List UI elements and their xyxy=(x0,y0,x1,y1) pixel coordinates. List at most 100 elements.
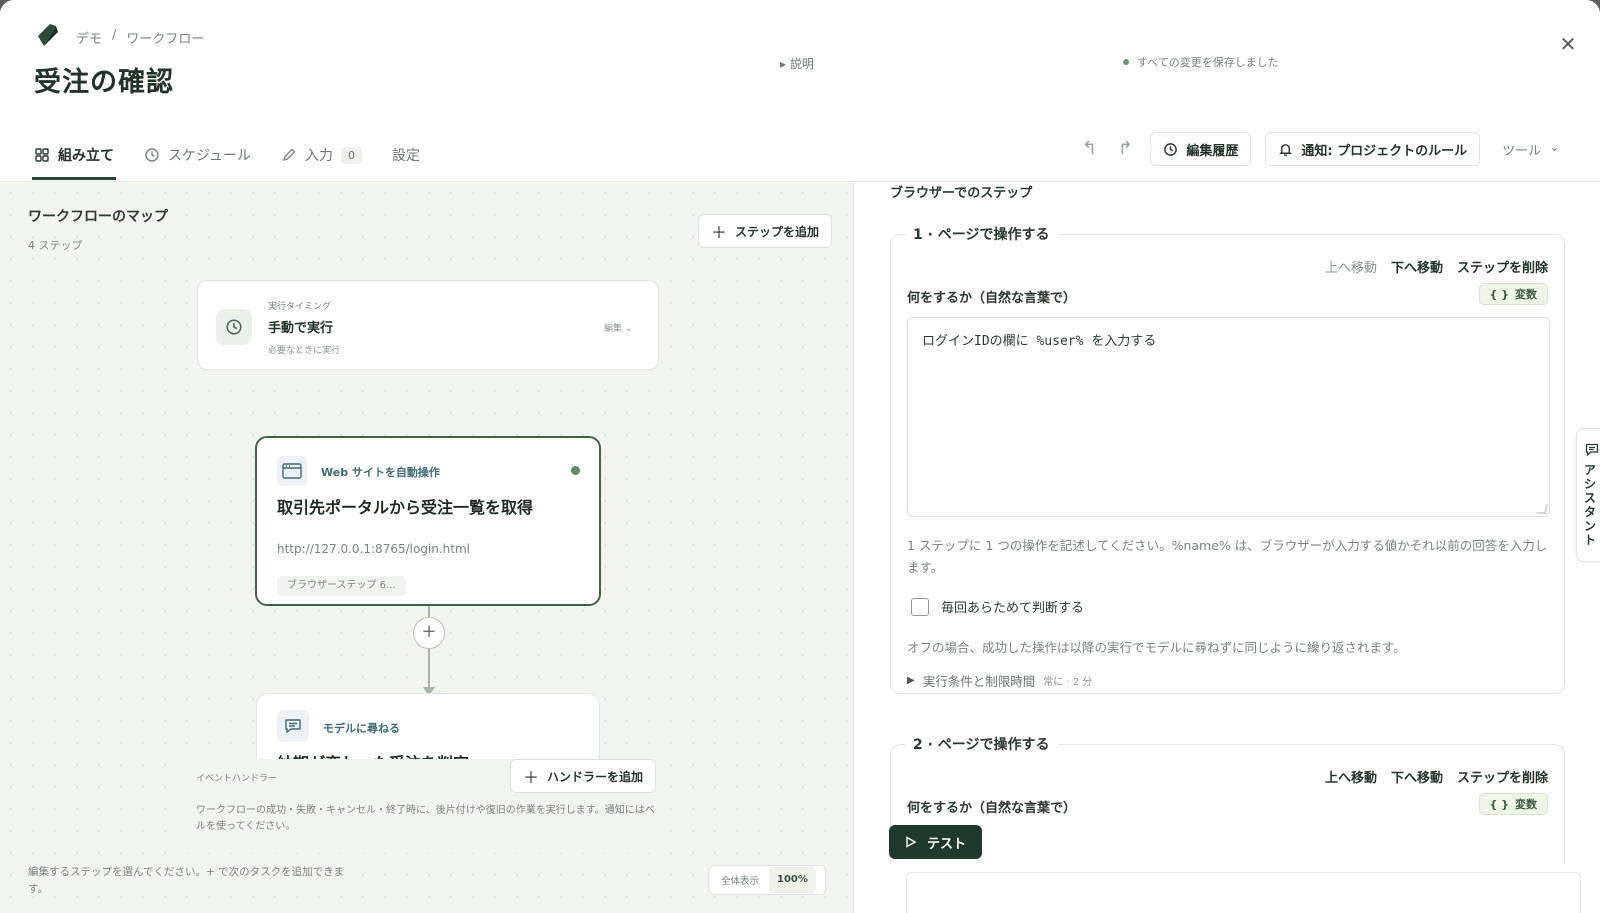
instruction-textarea[interactable]: ログインIDの欄に %user% を入力する xyxy=(907,317,1550,517)
trigger-edit-button[interactable]: 編集 ⌄ xyxy=(604,321,632,334)
move-up-button[interactable]: 上へ移動 xyxy=(1325,257,1377,276)
assistant-tab[interactable]: アシスタント xyxy=(1576,428,1600,562)
trigger-icon-box xyxy=(216,309,252,345)
chat-bubble-icon xyxy=(1585,443,1599,457)
event-handlers-description: ワークフローの成功・失敗・キャンセル・終了時に、後片付けや復旧の作業を実行します… xyxy=(196,805,655,832)
input-count-badge: 0 xyxy=(341,146,363,164)
trigger-subtitle: 必要なときに実行 xyxy=(268,346,341,356)
step-card-web-automation[interactable]: Web サイトを自動操作 取引先ポータルから受注一覧を取得 http://127… xyxy=(255,436,601,606)
step-title: 納期が変わった受注を判定 xyxy=(277,750,469,759)
move-up-button[interactable]: 上へ移動 xyxy=(1325,767,1377,786)
close-button[interactable]: ✕ xyxy=(1556,32,1580,56)
step-title: 取引先ポータルから受注一覧を取得 xyxy=(277,498,534,517)
notification-rules-button[interactable]: 通知: プロジェクトのルール xyxy=(1265,132,1481,166)
delete-step-button[interactable]: ステップを削除 xyxy=(1457,257,1548,276)
header: デモ / ワークフロー 受注の確認 ▸ 説明 すべての変更を保存しました ✕ 組… xyxy=(0,0,1600,182)
test-button[interactable]: テスト xyxy=(889,825,983,859)
map-hint-text: 編集するステップを選んでください。+ で次のタスクを追加できます。 xyxy=(28,866,345,895)
step-legend: 2 · ページで操作する xyxy=(905,734,1058,754)
map-title: ワークフローのマップ xyxy=(28,209,168,225)
pencil-icon xyxy=(283,148,296,162)
tab-schedule[interactable]: スケジュール xyxy=(142,128,253,182)
breadcrumb-item-workflow[interactable]: ワークフロー xyxy=(126,28,204,47)
browser-steps-chip: ブラウザーステップ 6... xyxy=(277,576,406,596)
conditions-meta: 常に · 2 分 xyxy=(1043,677,1093,688)
status-dot-icon xyxy=(1123,59,1129,65)
app-window: デモ / ワークフロー 受注の確認 ▸ 説明 すべての変更を保存しました ✕ 組… xyxy=(0,0,1600,913)
step-actions: 上へ移動 下へ移動 ステップを削除 xyxy=(1325,767,1548,786)
step-actions: 上へ移動 下へ移動 ステップを削除 xyxy=(1325,257,1548,276)
undo-icon[interactable]: ↰ xyxy=(1078,138,1100,160)
step-url: http://127.0.0.1:8765/login.html xyxy=(277,542,471,556)
tab-settings[interactable]: 設定 xyxy=(390,128,422,182)
description-toggle[interactable]: ▸ 説明 xyxy=(780,55,814,72)
rejudge-checkbox-row[interactable]: 毎回あらためて判断する xyxy=(911,597,1084,616)
browser-window-icon xyxy=(282,463,302,479)
active-status-dot-icon xyxy=(571,466,580,475)
resize-handle-icon[interactable] xyxy=(1536,504,1548,514)
step-card-ask-model[interactable]: モデルに尋ねる 納期が変わった受注を判定 xyxy=(256,693,600,759)
step-icon-box xyxy=(277,456,307,486)
save-status: すべての変更を保存しました xyxy=(1123,54,1279,70)
instruction-label: 何をするか（自然な言葉で） xyxy=(907,801,1077,816)
trigger-title: 手動で実行 xyxy=(268,321,334,336)
browser-step-2: 2 · ページで操作する 上へ移動 下へ移動 ステップを削除 何をするか（自然な… xyxy=(890,734,1565,864)
instruction-label: 何をするか（自然な言葉で） xyxy=(907,291,1077,306)
add-step-button[interactable]: ＋ ステップを追加 xyxy=(698,214,833,248)
step-icon-box xyxy=(277,710,309,742)
step-kind-label: Web サイトを自動操作 xyxy=(321,466,440,479)
bell-icon xyxy=(1279,143,1293,156)
plus-icon: ＋ xyxy=(711,223,728,242)
toolbar: ↰ ↱ 編集履歴 通知: プロジェクトのルール ツール ⌄ xyxy=(1078,132,1560,166)
event-handlers-section: イベントハンドラー ＋ ハンドラーを追加 ワークフローの成功・失敗・キャンセル・… xyxy=(178,759,668,853)
grid-icon xyxy=(35,148,49,162)
page-title: 受注の確認 xyxy=(34,67,174,98)
step-kind-label: モデルに尋ねる xyxy=(323,722,400,735)
tab-bar: 組み立て スケジュール 入力 0 設定 xyxy=(32,128,422,182)
tab-build[interactable]: 組み立て xyxy=(32,128,116,182)
braces-icon: { } xyxy=(1489,797,1510,811)
trigger-card[interactable]: 実行タイミング 手動で実行 必要なときに実行 編集 ⌄ xyxy=(197,280,659,370)
add-handler-button[interactable]: ＋ ハンドラーを追加 xyxy=(510,759,657,793)
editor-heading: ブラウザーでのステップ xyxy=(890,186,1033,201)
step-editor-panel: ブラウザーでのステップ 1 · ページで操作する 上へ移動 下へ移動 ステップを… xyxy=(855,182,1600,913)
assistant-label: アシスタント xyxy=(1584,463,1597,547)
step-legend: 1 · ページで操作する xyxy=(905,224,1058,244)
variables-button[interactable]: { } 変数 xyxy=(1478,793,1548,815)
map-step-count: 4 ステップ xyxy=(28,239,83,252)
close-icon: ✕ xyxy=(1559,32,1577,56)
tab-input[interactable]: 入力 0 xyxy=(279,128,364,182)
braces-icon: { } xyxy=(1489,287,1510,301)
conditions-toggle[interactable]: ▶ 実行条件と制限時間 常に · 2 分 xyxy=(907,671,1092,690)
clock-icon xyxy=(226,319,242,335)
chevron-down-icon: ⌄ xyxy=(624,324,633,334)
plus-icon: + xyxy=(421,621,437,642)
tools-menu[interactable]: ツール ⌄ xyxy=(1502,140,1560,159)
move-down-button[interactable]: 下へ移動 xyxy=(1391,767,1443,786)
caret-right-icon: ▶ xyxy=(907,675,915,686)
zoom-controls: 全体表示 100% xyxy=(708,865,826,895)
rejudge-checkbox[interactable] xyxy=(911,597,929,616)
zoom-level[interactable]: 100% xyxy=(769,867,816,893)
play-icon xyxy=(906,836,917,848)
insert-step-button[interactable]: + xyxy=(413,617,445,649)
trigger-kicker: 実行タイミング xyxy=(268,302,332,312)
browser-step-1: 1 · ページで操作する 上へ移動 下へ移動 ステップを削除 何をするか（自然な… xyxy=(890,224,1565,694)
clock-icon xyxy=(1164,142,1178,156)
breadcrumb-separator: / xyxy=(112,28,117,43)
chevron-down-icon: ⌄ xyxy=(1549,139,1560,155)
move-down-button[interactable]: 下へ移動 xyxy=(1391,257,1443,276)
delete-step-button[interactable]: ステップを削除 xyxy=(1457,767,1548,786)
event-handlers-label: イベントハンドラー xyxy=(196,774,278,784)
breadcrumb-item-demo[interactable]: デモ xyxy=(76,28,102,47)
variables-button[interactable]: { } 変数 xyxy=(1478,283,1548,305)
breadcrumb: デモ / ワークフロー xyxy=(76,28,204,47)
edit-history-button[interactable]: 編集履歴 xyxy=(1150,132,1252,166)
redo-icon[interactable]: ↱ xyxy=(1114,138,1136,160)
caret-right-icon: ▸ xyxy=(780,57,790,71)
workflow-map-panel: ワークフローのマップ 4 ステップ ＋ ステップを追加 実行タイミング 手動で実… xyxy=(0,182,854,913)
step-2-instruction-textarea[interactable] xyxy=(906,872,1581,913)
fit-view-button[interactable]: 全体表示 xyxy=(709,873,769,887)
plus-icon: ＋ xyxy=(523,768,540,787)
app-logo-icon xyxy=(38,24,58,46)
